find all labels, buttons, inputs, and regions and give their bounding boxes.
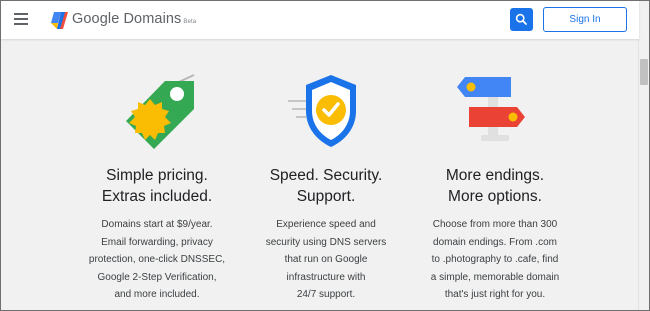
- feature-title: Speed. Security. Support.: [231, 165, 421, 207]
- description-line: Email forwarding, privacy: [101, 236, 213, 248]
- description-line: Experience speed and: [276, 219, 376, 230]
- description-line: a simple, memorable domain: [430, 271, 560, 283]
- feature-title-line: More endings.: [445, 167, 545, 184]
- feature-description: Domains start at $9/year. Email forwardi…: [62, 216, 252, 304]
- browser-viewport: Google Domains Beta Sign In Simple pricin…: [0, 0, 650, 311]
- search-icon: [515, 13, 527, 25]
- description-line: Google 2-Step Verification,: [97, 271, 217, 283]
- price-tag-icon: [126, 74, 195, 149]
- logo-wordmark[interactable]: Google Domains Beta: [72, 11, 196, 27]
- description-line: that's just right for you.: [444, 289, 546, 300]
- google-domains-logo-icon[interactable]: [49, 10, 69, 30]
- description-line: domain endings. From .com: [433, 236, 557, 248]
- description-line: 24/7 support.: [296, 289, 356, 300]
- logo-text: Google Domains: [72, 11, 182, 27]
- feature-title-line: More options.: [448, 188, 542, 205]
- feature-description: Choose from more than 300 domain endings…: [400, 216, 590, 304]
- description-line: infrastructure with: [286, 271, 366, 283]
- description-line: that run on Google: [284, 254, 368, 265]
- sign-in-button[interactable]: Sign In: [543, 7, 627, 32]
- search-button[interactable]: [510, 8, 533, 31]
- feature-description: Experience speed and security using DNS …: [231, 216, 421, 304]
- feature-title: More endings. More options.: [400, 165, 590, 207]
- description-line: Choose from more than 300: [432, 219, 558, 230]
- description-line: protection, one-click DNSSEC,: [88, 254, 226, 265]
- feature-title-line: Speed. Security.: [269, 167, 383, 184]
- description-line: to .photography to .cafe, find: [431, 254, 559, 265]
- feature-title-line: Simple pricing.: [106, 167, 208, 184]
- vertical-scrollbar[interactable]: [638, 1, 649, 310]
- scrollbar-thumb[interactable]: [640, 59, 648, 85]
- feature-title: Simple pricing. Extras included.: [62, 165, 252, 207]
- description-line: and more included.: [114, 289, 200, 300]
- hamburger-menu-icon[interactable]: [14, 13, 28, 25]
- top-app-bar: Google Domains Beta Sign In: [1, 1, 639, 39]
- feature-title-line: Support.: [296, 188, 356, 205]
- description-line: security using DNS servers: [265, 236, 387, 248]
- beta-badge: Beta: [183, 19, 197, 25]
- signpost-icon: [457, 77, 525, 141]
- feature-title-line: Extras included.: [101, 188, 213, 205]
- shield-check-icon: [288, 75, 356, 147]
- description-line: Domains start at $9/year.: [101, 219, 213, 230]
